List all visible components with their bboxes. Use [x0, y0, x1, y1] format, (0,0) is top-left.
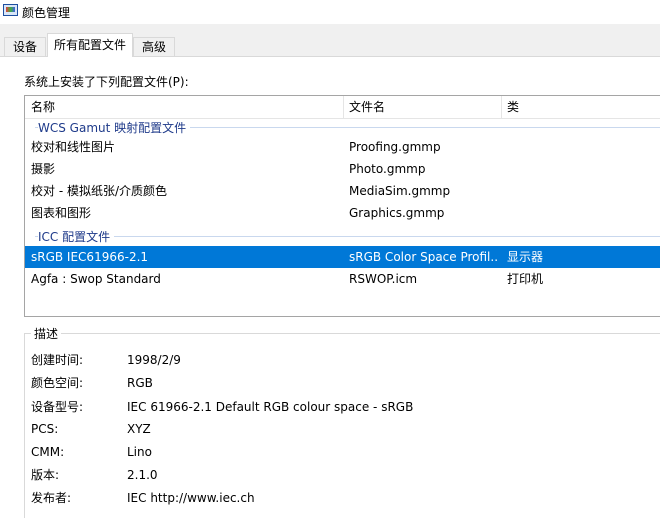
field-value: IEC 61966-2.1 Default RGB colour space -… [127, 400, 414, 414]
list-item[interactable]: 校对 - 模拟纸张/介质颜色 MediaSim.gmmp [25, 180, 660, 202]
field-label: 创建时间: [31, 353, 84, 367]
group-header-wcs[interactable]: WCS Gamut 映射配置文件 [25, 116, 660, 136]
profile-file: MediaSim.gmmp [349, 184, 451, 198]
column-file-header[interactable]: 文件名 [343, 96, 501, 118]
tab-devices[interactable]: 设备 [4, 37, 46, 56]
profile-file: RSWOP.icm [349, 272, 418, 286]
description-legend: 描述 [31, 325, 62, 342]
field-label: CMM: [31, 445, 65, 459]
column-class-header[interactable]: 类 [501, 96, 660, 118]
list-item[interactable]: Agfa : Swop Standard RSWOP.icm 打印机 [25, 268, 660, 290]
profile-file: Graphics.gmmp [349, 206, 445, 220]
field-label: 颜色空间: [31, 376, 84, 390]
group-divider [35, 236, 660, 237]
field-value: IEC http://www.iec.ch [127, 491, 255, 505]
field-value: RGB [127, 376, 153, 390]
profile-name: 摄影 [31, 162, 56, 176]
profiles-list[interactable]: 名称 文件名 类 WCS Gamut 映射配置文件 校对和线性图片 Proofi… [24, 95, 660, 317]
list-item[interactable]: 校对和线性图片 Proofing.gmmp [25, 136, 660, 158]
list-item-selected[interactable]: sRGB IEC61966-2.1 sRGB Color Space Profi… [25, 246, 660, 268]
profile-name: Agfa : Swop Standard [31, 272, 161, 286]
profile-name: 校对和线性图片 [31, 140, 116, 154]
field-value: 1998/2/9 [127, 353, 181, 367]
installed-profiles-label: 系统上安装了下列配置文件(P): [24, 75, 189, 89]
field-label: 设备型号: [31, 400, 84, 414]
title-bar: 颜色管理 [0, 0, 660, 24]
profile-file: sRGB Color Space Profil... [349, 250, 499, 264]
column-name-header[interactable]: 名称 [25, 96, 343, 118]
profile-name: 校对 - 模拟纸张/介质颜色 [31, 184, 168, 198]
profile-class: 打印机 [507, 272, 544, 286]
field-label: 版本: [31, 468, 60, 482]
field-value: Lino [127, 445, 152, 459]
profile-name: 图表和图形 [31, 206, 92, 220]
field-label: PCS: [31, 422, 59, 436]
group-label: ICC 配置文件 [38, 228, 115, 245]
list-item[interactable]: 摄影 Photo.gmmp [25, 158, 660, 180]
window-title: 颜色管理 [22, 6, 71, 20]
profile-file: Photo.gmmp [349, 162, 426, 176]
profile-file: Proofing.gmmp [349, 140, 441, 154]
group-header-icc[interactable]: ICC 配置文件 [25, 225, 660, 245]
field-value: XYZ [127, 422, 151, 436]
field-value: 2.1.0 [127, 468, 158, 482]
group-label: WCS Gamut 映射配置文件 [38, 119, 191, 136]
tab-advanced[interactable]: 高级 [133, 37, 175, 56]
tab-all-profiles[interactable]: 所有配置文件 [47, 33, 133, 57]
profile-name: sRGB IEC61966-2.1 [31, 250, 149, 264]
tab-strip: 设备 所有配置文件 高级 [0, 33, 660, 57]
list-item[interactable]: 图表和图形 Graphics.gmmp [25, 202, 660, 224]
profile-class: 显示器 [507, 250, 544, 264]
color-management-icon [3, 4, 18, 16]
field-label: 发布者: [31, 491, 72, 505]
